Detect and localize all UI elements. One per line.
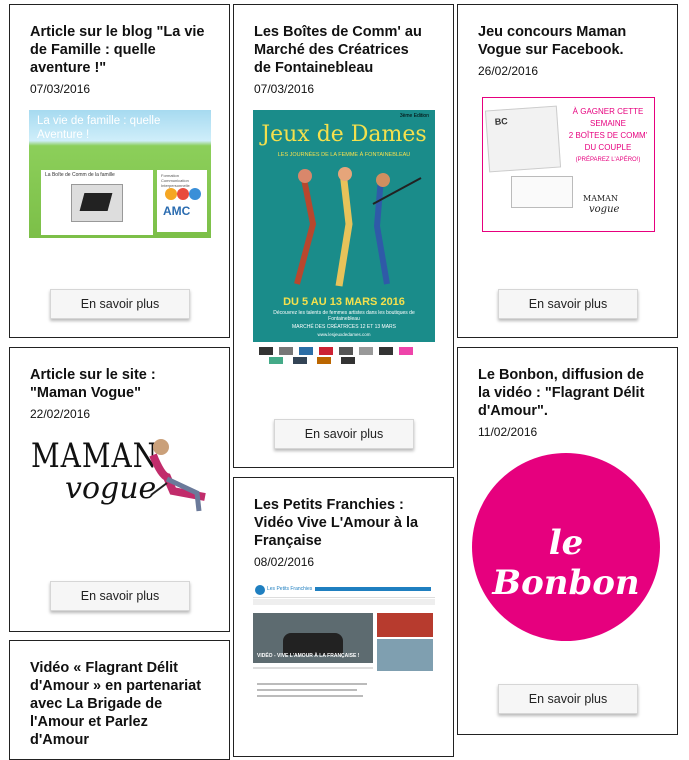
- title-line: de Famille : quelle: [30, 42, 156, 58]
- title-line: l'Amour et Parlez: [30, 714, 148, 730]
- brand-bottom-text: vogue: [589, 204, 620, 215]
- card-date: 07/03/2016: [254, 82, 315, 96]
- card-title: Les Petits Franchies : Vidéo Vive L'Amou…: [254, 496, 418, 550]
- en-savoir-plus-button[interactable]: En savoir plus: [50, 581, 190, 611]
- title-line: avec La Brigade de: [30, 696, 163, 712]
- card-le-bonbon-video: Le Bonbon, diffusion de la vidéo : "Flag…: [457, 347, 678, 735]
- poster-dates: DU 5 AU 13 MARS 2016: [283, 296, 405, 308]
- card-jeu-concours-facebook: Jeu concours Maman Vogue sur Facebook. 2…: [457, 4, 678, 338]
- sponsor-logos-strip: [253, 342, 435, 368]
- blog-post-panel: La Boîte de Comm de la famille: [41, 170, 153, 235]
- title-line: Marché des Créatrices: [254, 42, 409, 58]
- title-line: Le Bonbon, diffusion de: [478, 367, 644, 383]
- title-line: aventure !": [30, 60, 107, 76]
- title-line: "Maman Vogue": [30, 385, 141, 401]
- card-petits-franchies-video: Les Petits Franchies : Vidéo Vive L'Amou…: [233, 477, 454, 757]
- title-line: Jeu concours Maman: [478, 24, 627, 40]
- card-date: 07/03/2016: [30, 82, 91, 96]
- card-title: Jeu concours Maman Vogue sur Facebook.: [478, 23, 626, 59]
- title-line: Les Boîtes de Comm' au: [254, 24, 422, 40]
- card-title: Article sur le blog "La vie de Famille :…: [30, 23, 204, 77]
- women-illustration: [294, 167, 422, 287]
- poster-tagline: Découvrez les talents de femmes artistes…: [273, 310, 415, 322]
- site-header: Les Petits Franchies: [253, 583, 435, 598]
- title-line: Article sur le blog "La vie: [30, 24, 205, 40]
- card-title: Les Boîtes de Comm' au Marché des Créatr…: [254, 23, 422, 77]
- en-savoir-plus-button[interactable]: En savoir plus: [50, 289, 190, 319]
- card-date: 26/02/2016: [478, 64, 539, 78]
- poster-market: MARCHÉ DES CRÉATRICES 12 ET 13 MARS: [291, 324, 396, 330]
- card-maman-vogue-article: Article sur le site : "Maman Vogue" 22/0…: [9, 347, 230, 632]
- contest-line: 2 BOÎTES DE COMM': [568, 131, 648, 140]
- title-line: Vogue sur Facebook.: [478, 42, 624, 58]
- title-line: Vidéo « Flagrant Délit: [30, 660, 178, 676]
- card-date: 11/02/2016: [478, 425, 538, 439]
- en-savoir-plus-button[interactable]: En savoir plus: [274, 419, 414, 449]
- woman-illustration: [149, 439, 206, 512]
- contest-line: À GAGNER CETTE SEMAINE: [572, 107, 644, 128]
- blog-screenshot-image[interactable]: La vie de famille : quelle Aventure ! La…: [29, 110, 211, 238]
- title-line: de Fontainebleau: [254, 60, 374, 76]
- poster-edition: 3ème Edition: [399, 113, 429, 119]
- contest-text: À GAGNER CETTE SEMAINE 2 BOÎTES DE COMM'…: [563, 106, 653, 166]
- image-headline: La vie de famille : quelle Aventure !: [37, 115, 161, 141]
- card-title: Vidéo « Flagrant Délit d'Amour » en part…: [30, 659, 201, 749]
- poster-headline: Jeux de Dames: [261, 122, 427, 147]
- site-name: Les Petits Franchies: [267, 586, 313, 592]
- petits-franchies-screenshot[interactable]: Les Petits Franchies VIDÉO - VIVE L'AMOU…: [253, 583, 435, 708]
- title-line: Vidéo Vive L'Amour à la: [254, 515, 419, 531]
- card-title: Article sur le site : "Maman Vogue": [30, 366, 156, 402]
- side-thumb-1: [377, 613, 433, 637]
- title-line: d'Amour: [30, 732, 90, 748]
- jeux-de-dames-poster[interactable]: 3ème Edition Jeux de Dames LES JOURNÉES …: [253, 110, 435, 368]
- product-box-image: BC: [484, 105, 562, 173]
- le-bonbon-logo-image[interactable]: le Bonbon: [472, 453, 660, 641]
- card-marche-des-creatrices: Les Boîtes de Comm' au Marché des Créatr…: [233, 4, 454, 468]
- card-video-flagrant-delit: Vidéo « Flagrant Délit d'Amour » en part…: [9, 640, 230, 760]
- video-caption: VIDÉO - VIVE L'AMOUR À LA FRANÇAISE !: [257, 653, 360, 659]
- video-thumbnail: VIDÉO - VIVE L'AMOUR À LA FRANÇAISE !: [253, 613, 373, 663]
- card-title: Le Bonbon, diffusion de la vidéo : "Flag…: [478, 366, 644, 420]
- amc-logo-text: AMC: [163, 204, 191, 218]
- title-line: Française: [254, 533, 322, 549]
- title-line: d'Amour » en partenariat: [30, 678, 202, 694]
- poster-subtitle: LES JOURNÉES DE LA FEMME À FONTAINEBLEAU: [277, 152, 411, 158]
- product-card-image: [511, 176, 573, 208]
- product-box-image: [71, 184, 123, 222]
- title-line: Article sur le site :: [30, 367, 156, 383]
- contest-line: DU COUPLE: [584, 143, 632, 152]
- poster-url: www.lesjeuxdedames.com: [317, 332, 371, 337]
- en-savoir-plus-button[interactable]: En savoir plus: [498, 289, 638, 319]
- bonbon-logo-text: le Bonbon: [492, 523, 640, 603]
- en-savoir-plus-button[interactable]: En savoir plus: [498, 684, 638, 714]
- card-blog-vie-de-famille: Article sur le blog "La vie de Famille :…: [9, 4, 230, 338]
- contest-aside: (PRÉPAREZ L'APÉRO!): [575, 157, 641, 163]
- card-date: 08/02/2016: [254, 555, 315, 569]
- title-line: la vidéo : "Flagrant Délit: [478, 385, 645, 401]
- logo-subtitle: Formation Communication Interpersonnelle: [161, 173, 190, 188]
- maman-vogue-logo-image[interactable]: MAMAN vogue: [29, 433, 211, 525]
- brand-top-text: MAMAN: [583, 194, 618, 203]
- post-title: La Boîte de Comm de la famille: [45, 172, 115, 178]
- jeu-concours-image[interactable]: BC À GAGNER CETTE SEMAINE 2 BOÎTES DE CO…: [482, 97, 655, 232]
- side-thumb-2: [377, 639, 433, 671]
- title-line: d'Amour".: [478, 403, 548, 419]
- title-line: Les Petits Franchies :: [254, 497, 404, 513]
- amc-logo-panel: Formation Communication Interpersonnelle…: [157, 170, 207, 232]
- card-date: 22/02/2016: [30, 407, 91, 421]
